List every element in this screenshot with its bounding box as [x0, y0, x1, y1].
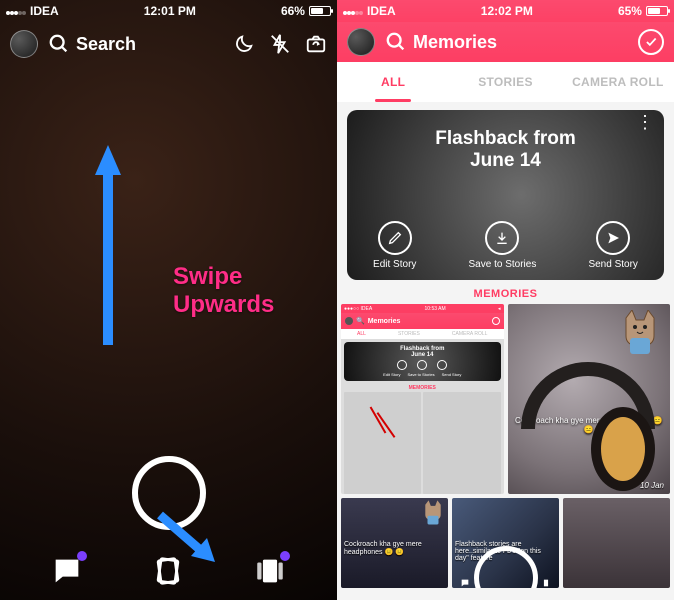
- send-icon: [605, 230, 621, 246]
- status-bar: IDEA 12:01 PM 66%: [0, 0, 337, 22]
- chat-nav-button[interactable]: [50, 554, 84, 588]
- search-label: Search: [76, 34, 136, 55]
- snap-caption: Cockroach kha gye mere headphones 😑 😑: [341, 539, 448, 558]
- flip-camera-icon[interactable]: [305, 33, 327, 55]
- download-icon: [494, 230, 510, 246]
- cat-sticker-icon: [422, 500, 444, 526]
- mini-preview: ●●●○○ IDEA10:53 AM◂ 🔍Memories ALL STORIE…: [341, 304, 504, 494]
- chat-nav-button: [460, 575, 470, 585]
- battery-icon: [309, 6, 331, 16]
- more-icon[interactable]: ⋮: [636, 118, 654, 127]
- clock: 12:02 PM: [481, 4, 533, 18]
- battery-pct: 65%: [618, 4, 642, 18]
- memory-thumbnail[interactable]: ●●●○○ IDEA10:53 AM◂ 🔍Memories ALL STORIE…: [341, 304, 504, 494]
- battery-pct: 66%: [281, 4, 305, 18]
- save-to-stories-button[interactable]: Save to Stories: [469, 221, 537, 270]
- flash-off-icon[interactable]: [269, 33, 291, 55]
- memories-tabs: ALL STORIES CAMERA ROLL: [337, 62, 674, 102]
- headphone-icon: [508, 339, 668, 494]
- bottom-nav: [0, 554, 337, 588]
- memories-section-header: MEMORIES: [337, 288, 674, 300]
- profile-avatar[interactable]: [10, 30, 38, 58]
- pencil-icon: [387, 230, 403, 246]
- memories-screen: IDEA 12:02 PM 65% Memories ALL STORIES C…: [337, 0, 674, 600]
- edit-story-button[interactable]: Edit Story: [373, 221, 416, 270]
- search-label: Memories: [413, 32, 497, 53]
- stories-notification-dot: [280, 551, 290, 561]
- signal-icon: [6, 4, 26, 18]
- search-icon: [385, 31, 407, 53]
- memories-top-bar: Memories: [337, 22, 674, 62]
- check-icon: [644, 35, 658, 49]
- chat-notification-dot: [77, 551, 87, 561]
- memory-thumbnail[interactable]: [563, 498, 670, 588]
- stories-nav-button: [541, 575, 551, 585]
- annotation-text: Swipe Upwards: [173, 263, 274, 318]
- memory-thumbnail[interactable]: Flashback stories are here..similar to F…: [452, 498, 559, 588]
- camera-screen: IDEA 12:01 PM 66% Search Swipe Upwards: [0, 0, 337, 600]
- search-icon: [48, 33, 70, 55]
- memories-nav-button[interactable]: [151, 554, 185, 588]
- flashback-title: Flashback from June 14: [347, 110, 664, 172]
- stories-nav-button[interactable]: [253, 554, 287, 588]
- memories-grid-row2: Cockroach kha gye mere headphones 😑 😑 Fl…: [337, 494, 674, 588]
- search-button[interactable]: Search: [48, 33, 223, 55]
- carrier-label: IDEA: [30, 4, 59, 18]
- camera-top-bar: Search: [0, 22, 337, 66]
- memories-search-button[interactable]: Memories: [385, 31, 628, 53]
- memory-thumbnail[interactable]: Cockroach kha gye mere headphones 😑 😑 10…: [508, 304, 671, 494]
- tab-all[interactable]: ALL: [337, 62, 449, 102]
- signal-icon: [343, 4, 363, 18]
- memory-thumbnail[interactable]: Cockroach kha gye mere headphones 😑 😑: [341, 498, 448, 588]
- memories-grid: ●●●○○ IDEA10:53 AM◂ 🔍Memories ALL STORIE…: [337, 304, 674, 494]
- annotation-arrow-up: [95, 145, 121, 345]
- date-label: 10 Jan: [640, 481, 664, 490]
- battery-icon: [646, 6, 668, 16]
- status-bar: IDEA 12:02 PM 65%: [337, 0, 674, 22]
- carrier-label: IDEA: [367, 4, 396, 18]
- tab-camera-roll[interactable]: CAMERA ROLL: [562, 62, 674, 102]
- profile-avatar[interactable]: [347, 28, 375, 56]
- clock: 12:01 PM: [144, 4, 196, 18]
- send-story-button[interactable]: Send Story: [588, 221, 637, 270]
- flashback-card[interactable]: ⋮ Flashback from June 14 Edit Story Save…: [347, 110, 664, 280]
- night-mode-icon[interactable]: [233, 33, 255, 55]
- select-button[interactable]: [638, 29, 664, 55]
- tab-stories[interactable]: STORIES: [449, 62, 561, 102]
